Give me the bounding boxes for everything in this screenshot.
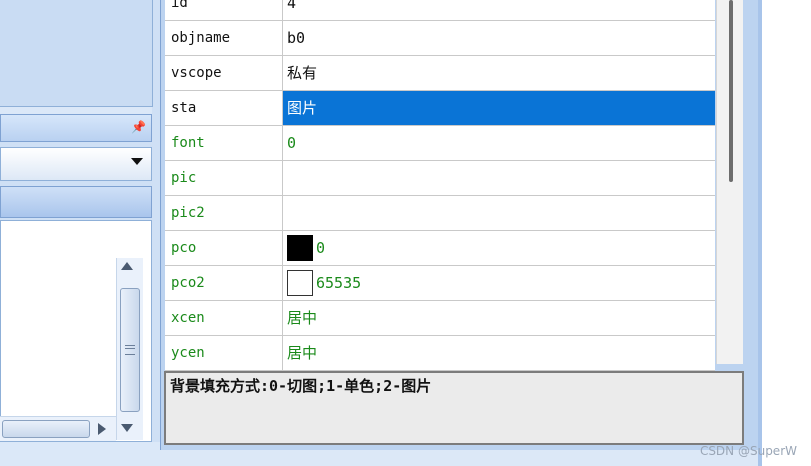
property-value[interactable]: 居中 xyxy=(283,301,715,335)
property-row-pic[interactable]: pic xyxy=(165,161,715,196)
watermark: CSDN @SuperW xyxy=(699,444,797,458)
property-value-text: 居中 xyxy=(287,309,318,327)
grip-line xyxy=(125,348,135,349)
property-value-text: 图片 xyxy=(287,99,318,117)
scrollbar-thumb[interactable] xyxy=(729,0,733,182)
property-value-text: 0 xyxy=(287,134,297,152)
scroll-up-arrow-icon[interactable] xyxy=(121,262,133,270)
property-row-sta[interactable]: sta 图片 xyxy=(165,91,715,126)
list-horizontal-scrollbar[interactable] xyxy=(0,416,116,441)
property-value[interactable]: 居中 xyxy=(283,336,715,370)
property-value[interactable]: 图片 xyxy=(283,91,715,125)
color-swatch[interactable] xyxy=(287,235,313,261)
list-vertical-scrollbar[interactable] xyxy=(116,258,143,440)
property-name: pco2 xyxy=(165,266,283,300)
property-row-vscope[interactable]: vscope 私有 xyxy=(165,56,715,91)
property-row-pco2[interactable]: pco2 65535 xyxy=(165,266,715,301)
property-row-xcen[interactable]: xcen 居中 xyxy=(165,301,715,336)
scroll-right-arrow-icon[interactable] xyxy=(98,423,106,435)
property-value[interactable]: 0 xyxy=(283,231,715,265)
property-name: ycen xyxy=(165,336,283,370)
property-value-text: 居中 xyxy=(287,344,318,362)
property-value-text: b0 xyxy=(287,29,306,47)
property-name: pic xyxy=(165,161,283,195)
property-name: vscope xyxy=(165,56,283,90)
property-name: xcen xyxy=(165,301,283,335)
property-row-ycen[interactable]: ycen 居中 xyxy=(165,336,715,371)
property-grid-scrollbar[interactable] xyxy=(716,0,743,364)
bottom-strip xyxy=(160,450,762,466)
grip-icon xyxy=(125,345,135,355)
color-swatch[interactable] xyxy=(287,270,313,296)
property-name: pco xyxy=(165,231,283,265)
property-value[interactable] xyxy=(283,196,715,230)
scrollbar-thumb[interactable] xyxy=(120,288,140,412)
property-name: id xyxy=(165,0,283,20)
left-panel-bottom xyxy=(0,442,160,466)
property-row-pco[interactable]: pco 0 xyxy=(165,231,715,266)
property-description-panel: 背景填充方式:0-切图;1-单色;2-图片 xyxy=(164,371,744,445)
property-row-objname[interactable]: objname b0 xyxy=(165,21,715,56)
property-row-font[interactable]: font 0 xyxy=(165,126,715,161)
property-row-pic2[interactable]: pic2 xyxy=(165,196,715,231)
property-row-id[interactable]: id 4 xyxy=(165,0,715,21)
property-value[interactable]: b0 xyxy=(283,21,715,55)
property-value[interactable]: 0 xyxy=(283,126,715,160)
panel-subheader xyxy=(0,186,152,218)
property-value-text: 65535 xyxy=(316,274,362,292)
property-value-text: 4 xyxy=(287,0,297,12)
property-value[interactable]: 65535 xyxy=(283,266,715,300)
right-background xyxy=(762,0,811,466)
property-name: objname xyxy=(165,21,283,55)
chevron-down-icon[interactable] xyxy=(131,158,143,165)
property-value[interactable] xyxy=(283,161,715,195)
property-grid[interactable]: id 4 objname b0 vscope 私有 sta 图片 font 0 pic pic2 pco… xyxy=(165,0,715,371)
property-name: font xyxy=(165,126,283,160)
scroll-down-arrow-icon[interactable] xyxy=(121,424,133,432)
object-dropdown[interactable] xyxy=(0,147,152,181)
property-name: pic2 xyxy=(165,196,283,230)
left-panel-top xyxy=(0,0,153,107)
property-value-text: 0 xyxy=(316,239,326,257)
pin-icon[interactable]: 📌 xyxy=(131,119,146,135)
hscroll-thumb[interactable] xyxy=(2,420,90,438)
property-name: sta xyxy=(165,91,283,125)
property-value[interactable]: 4 xyxy=(283,0,715,20)
property-description: 背景填充方式:0-切图;1-单色;2-图片 xyxy=(170,377,432,395)
panel-header: 📌 xyxy=(0,114,152,142)
property-value[interactable]: 私有 xyxy=(283,56,715,90)
property-value-text: 私有 xyxy=(287,64,318,82)
